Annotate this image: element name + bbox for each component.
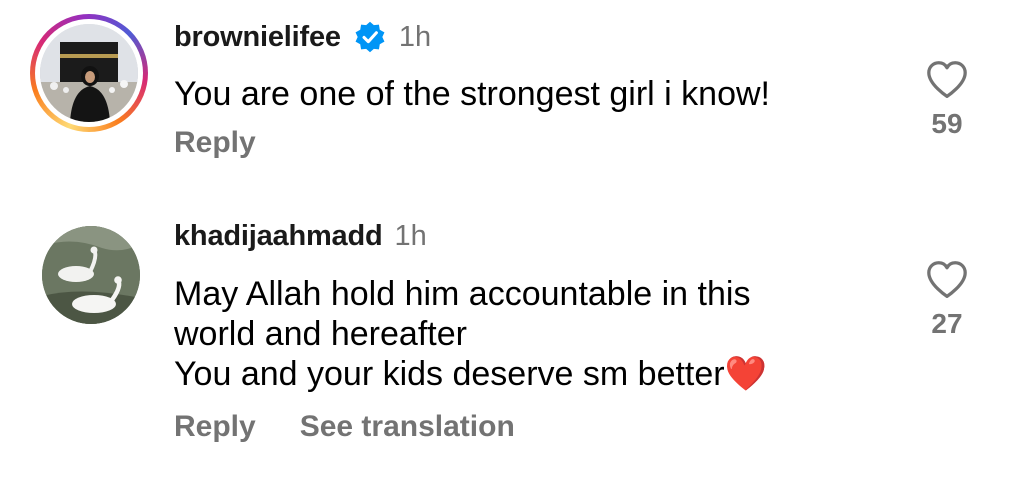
avatar[interactable] (42, 226, 140, 324)
comment-line: You are one of the strongest girl i know… (174, 75, 770, 113)
heart-icon[interactable] (917, 260, 977, 300)
comment-header: brownielifee 1h (174, 20, 431, 54)
username[interactable]: brownielifee (174, 21, 341, 54)
comment-item: brownielifee 1h You are one of the stron… (0, 0, 1024, 200)
comment-actions: Reply See translation (174, 410, 515, 444)
comment-line: You and your kids deserve sm better❤️ (174, 355, 767, 393)
like-control: 59 (917, 60, 977, 140)
comment-header: khadijaahmadd 1h (174, 220, 427, 253)
like-count: 59 (931, 108, 963, 139)
comment-actions: Reply (174, 126, 256, 160)
see-translation-button[interactable]: See translation (300, 410, 515, 444)
avatar-photo (42, 226, 140, 324)
reply-button[interactable]: Reply (174, 410, 256, 444)
avatar[interactable] (30, 14, 148, 132)
verified-badge-icon (353, 20, 387, 54)
timestamp: 1h (398, 20, 432, 53)
reply-button[interactable]: Reply (174, 126, 256, 160)
like-control: 27 (917, 260, 977, 340)
comment-line: May Allah hold him accountable in this (174, 275, 751, 313)
username[interactable]: khadijaahmadd (174, 220, 383, 253)
like-count: 27 (931, 308, 963, 339)
timestamp: 1h (394, 220, 427, 252)
comment-text: You are one of the strongest girl i know… (174, 74, 770, 114)
comment-text: May Allah hold him accountable in this w… (174, 274, 767, 394)
comment-item: khadijaahmadd 1h May Allah hold him acco… (0, 200, 1024, 484)
comment-line: world and hereafter (174, 315, 467, 353)
avatar-photo (40, 24, 138, 122)
heart-icon[interactable] (917, 60, 977, 100)
